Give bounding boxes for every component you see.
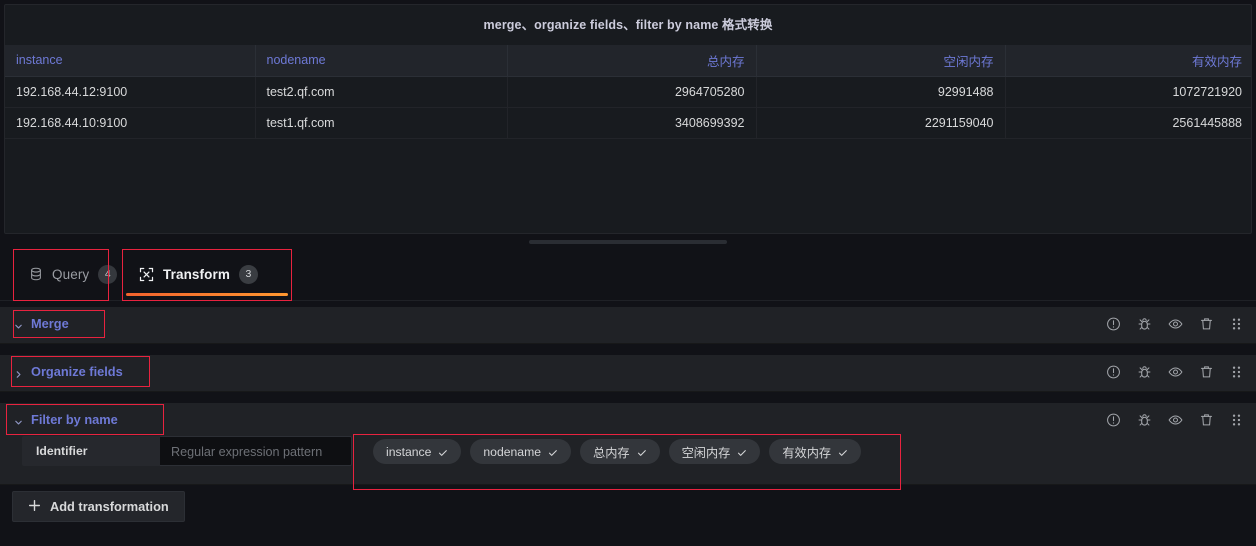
trash-icon[interactable]	[1199, 316, 1214, 331]
trash-icon[interactable]	[1199, 412, 1214, 427]
transformation-name-organize-fields: Organize fields	[31, 364, 123, 379]
panel-title: merge、organize fields、filter by name 格式转…	[483, 18, 773, 32]
identifier-label: Identifier	[22, 436, 160, 466]
field-pill-available-memory[interactable]: 有效内存	[769, 439, 862, 464]
add-transformation-label: Add transformation	[50, 499, 169, 514]
regex-pattern-input[interactable]: Regular expression pattern	[160, 436, 352, 466]
column-header-total-memory[interactable]: 总内存	[507, 45, 757, 77]
check-icon	[737, 447, 747, 457]
database-icon	[29, 267, 43, 281]
info-icon[interactable]	[1106, 364, 1121, 379]
transformation-row-filter-by-name: Filter by name Identifier Regular expres…	[0, 403, 1256, 485]
field-pill-instance[interactable]: instance	[373, 439, 462, 464]
transformation-actions	[1106, 316, 1243, 331]
field-filter-pills: instance nodename 总内存 空闲内存 有效内存	[373, 436, 862, 464]
cell-instance: 192.168.44.10:9100	[5, 107, 256, 139]
debug-bug-icon[interactable]	[1137, 316, 1152, 331]
field-pill-label: 空闲内存	[681, 445, 731, 460]
trash-icon[interactable]	[1199, 364, 1214, 379]
transformation-row-merge: Merge	[0, 307, 1256, 344]
cell-available-memory: 2561445888	[1005, 107, 1251, 139]
field-pill-label: nodename	[483, 444, 542, 459]
transformation-name-merge: Merge	[31, 316, 69, 331]
tab-transform-label: Transform	[163, 266, 230, 282]
cell-available-memory: 1072721920	[1005, 76, 1251, 108]
field-pill-label: 有效内存	[782, 445, 832, 460]
transformation-header-merge[interactable]: Merge	[0, 307, 1256, 340]
transformation-toggle-organize-fields[interactable]: Organize fields	[0, 364, 123, 379]
transform-icon	[139, 267, 154, 282]
transformation-header-organize-fields[interactable]: Organize fields	[0, 355, 1256, 388]
drag-handle-icon[interactable]	[1230, 412, 1243, 427]
check-icon	[637, 447, 647, 457]
column-header-available-memory[interactable]: 有效内存	[1005, 45, 1251, 77]
debug-bug-icon[interactable]	[1137, 412, 1152, 427]
filter-by-name-body: Identifier Regular expression pattern in…	[0, 436, 1256, 477]
panel-resize-handle[interactable]	[0, 236, 1256, 248]
transformation-actions	[1106, 412, 1243, 427]
table-header: instance nodename 总内存 空闲内存 有效内存	[5, 45, 1251, 77]
cell-free-memory: 92991488	[756, 76, 1006, 108]
table-header-row: instance nodename 总内存 空闲内存 有效内存	[5, 45, 1251, 77]
info-icon[interactable]	[1106, 412, 1121, 427]
field-pill-free-memory[interactable]: 空闲内存	[668, 439, 761, 464]
cell-total-memory: 3408699392	[507, 107, 757, 139]
data-table: instance nodename 总内存 空闲内存 有效内存 192.168.…	[5, 45, 1251, 139]
chevron-down-icon	[14, 415, 23, 425]
drag-handle-icon[interactable]	[1230, 364, 1243, 379]
plus-icon	[28, 499, 41, 515]
transformation-row-organize-fields: Organize fields	[0, 355, 1256, 392]
column-header-free-memory[interactable]: 空闲内存	[756, 45, 1006, 77]
cell-total-memory: 2964705280	[507, 76, 757, 108]
transformation-name-filter-by-name: Filter by name	[31, 412, 118, 427]
column-header-nodename[interactable]: nodename	[255, 45, 508, 77]
transformation-toggle-filter-by-name[interactable]: Filter by name	[0, 412, 118, 427]
field-pill-label: 总内存	[593, 445, 630, 460]
debug-bug-icon[interactable]	[1137, 364, 1152, 379]
field-pill-total-memory[interactable]: 总内存	[580, 439, 660, 464]
tab-active-indicator	[126, 292, 288, 296]
field-pill-label: instance	[386, 444, 432, 459]
drag-handle-icon[interactable]	[1230, 316, 1243, 331]
editor-tabs: Query 4 Transform 3	[0, 249, 1256, 301]
tab-query[interactable]: Query 4	[12, 249, 118, 299]
table-row: 192.168.44.10:9100 test1.qf.com 34086993…	[5, 107, 1251, 139]
cell-instance: 192.168.44.12:9100	[5, 76, 256, 108]
check-icon	[548, 447, 558, 457]
transformation-header-filter-by-name[interactable]: Filter by name	[0, 403, 1256, 436]
info-icon[interactable]	[1106, 316, 1121, 331]
resize-grabber[interactable]	[529, 240, 727, 244]
eye-icon[interactable]	[1168, 364, 1183, 379]
tab-query-label: Query	[52, 266, 90, 282]
chevron-down-icon	[14, 319, 23, 329]
add-transformation-button[interactable]: Add transformation	[12, 491, 185, 522]
chevron-right-icon	[14, 367, 23, 378]
field-pill-nodename[interactable]: nodename	[470, 439, 572, 464]
tab-transform-badge: 3	[238, 264, 258, 284]
cell-nodename: test2.qf.com	[255, 76, 508, 108]
table-body: 192.168.44.12:9100 test2.qf.com 29647052…	[5, 76, 1251, 139]
check-icon	[838, 447, 848, 457]
visualization-panel: merge、organize fields、filter by name 格式转…	[4, 4, 1252, 234]
table-row: 192.168.44.12:9100 test2.qf.com 29647052…	[5, 76, 1251, 108]
check-icon	[438, 447, 448, 457]
tab-transform[interactable]: Transform 3	[122, 249, 292, 299]
transformation-toggle-merge[interactable]: Merge	[0, 316, 69, 331]
eye-icon[interactable]	[1168, 316, 1183, 331]
transformation-actions	[1106, 364, 1243, 379]
column-header-instance[interactable]: instance	[5, 45, 256, 77]
cell-nodename: test1.qf.com	[255, 107, 508, 139]
cell-free-memory: 2291159040	[756, 107, 1006, 139]
tab-query-badge: 4	[98, 264, 118, 284]
eye-icon[interactable]	[1168, 412, 1183, 427]
